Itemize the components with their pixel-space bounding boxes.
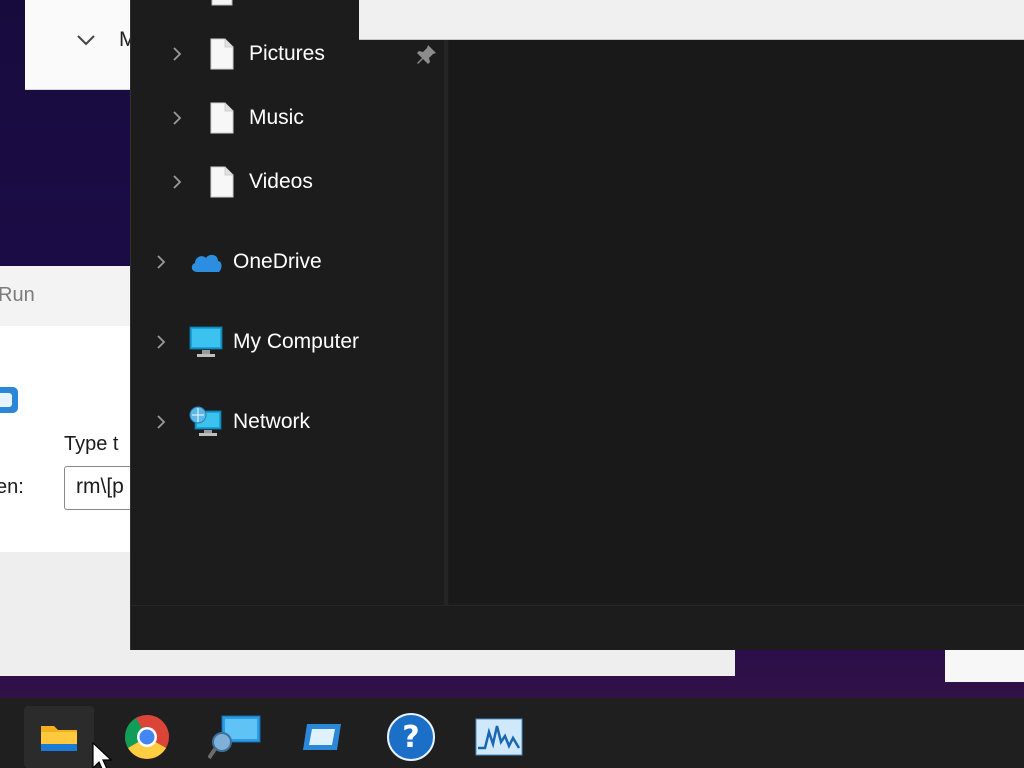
folder-icon [41, 726, 77, 751]
pin-icon[interactable] [414, 43, 438, 67]
chevron-right-icon[interactable] [167, 172, 187, 192]
chevron-right-icon[interactable] [151, 252, 171, 272]
nav-item-label: My Computer [233, 330, 360, 353]
computer-icon [189, 326, 223, 357]
nav-item-label: Videos [249, 170, 313, 193]
nav-item-label: Music [249, 106, 304, 129]
run-description-line1: Type t [64, 433, 119, 455]
taskbar-chrome[interactable] [112, 706, 182, 768]
file-explorer-window: Pictures Music Videos OneDrive My Comput… [130, 0, 1024, 650]
run-icon [303, 724, 341, 750]
svg-text:?: ? [402, 720, 419, 755]
network-icon [189, 406, 222, 436]
explorer-top-strip [359, 0, 1024, 40]
run-dialog-title: Run [0, 284, 35, 306]
nav-item-onedrive[interactable]: OneDrive [151, 242, 322, 282]
run-dialog-body: Type t resou en: rm\[p [0, 326, 154, 552]
file-list-pane[interactable] [449, 40, 1024, 603]
chevron-right-icon[interactable] [151, 412, 171, 432]
chevron-right-icon[interactable] [167, 44, 187, 64]
nav-item-label: OneDrive [233, 250, 322, 273]
taskbar-run[interactable] [288, 706, 358, 768]
nav-item-videos[interactable]: Videos [167, 162, 313, 202]
taskbar: ? [0, 698, 1024, 768]
taskbar-remote-desktop[interactable] [200, 706, 270, 768]
status-bar [131, 605, 1024, 650]
taskbar-help[interactable]: ? [376, 706, 446, 768]
run-dialog: Run Type t resou en: rm\[p [0, 266, 154, 552]
run-icon [0, 387, 18, 413]
help-icon: ? [387, 713, 435, 761]
chevron-right-icon[interactable] [151, 332, 171, 352]
pane-splitter[interactable] [444, 40, 448, 605]
taskbar-performance-monitor[interactable] [464, 706, 534, 768]
run-open-label: en: [0, 476, 24, 498]
nav-item-pictures[interactable]: Pictures [167, 34, 325, 74]
remote-desktop-icon [208, 715, 261, 760]
taskbar-file-explorer[interactable] [24, 706, 94, 768]
perfmon-icon [475, 718, 523, 756]
nav-item-music[interactable]: Music [167, 98, 304, 138]
chrome-icon [125, 715, 169, 759]
mouse-cursor-icon [92, 742, 113, 768]
background-window: Mo [25, 0, 148, 90]
nav-item-network[interactable]: Network [151, 402, 310, 442]
file-icon [210, 38, 234, 70]
file-icon [210, 102, 234, 134]
chevron-down-icon[interactable] [75, 29, 97, 51]
nav-item-label: Pictures [249, 42, 325, 65]
chevron-right-icon[interactable] [167, 108, 187, 128]
onedrive-icon [191, 254, 222, 272]
nav-item-label: Network [233, 410, 311, 433]
background-window-right [945, 648, 1024, 682]
file-icon [210, 166, 234, 198]
file-icon [211, 0, 233, 6]
nav-item-my-computer[interactable]: My Computer [151, 322, 359, 362]
